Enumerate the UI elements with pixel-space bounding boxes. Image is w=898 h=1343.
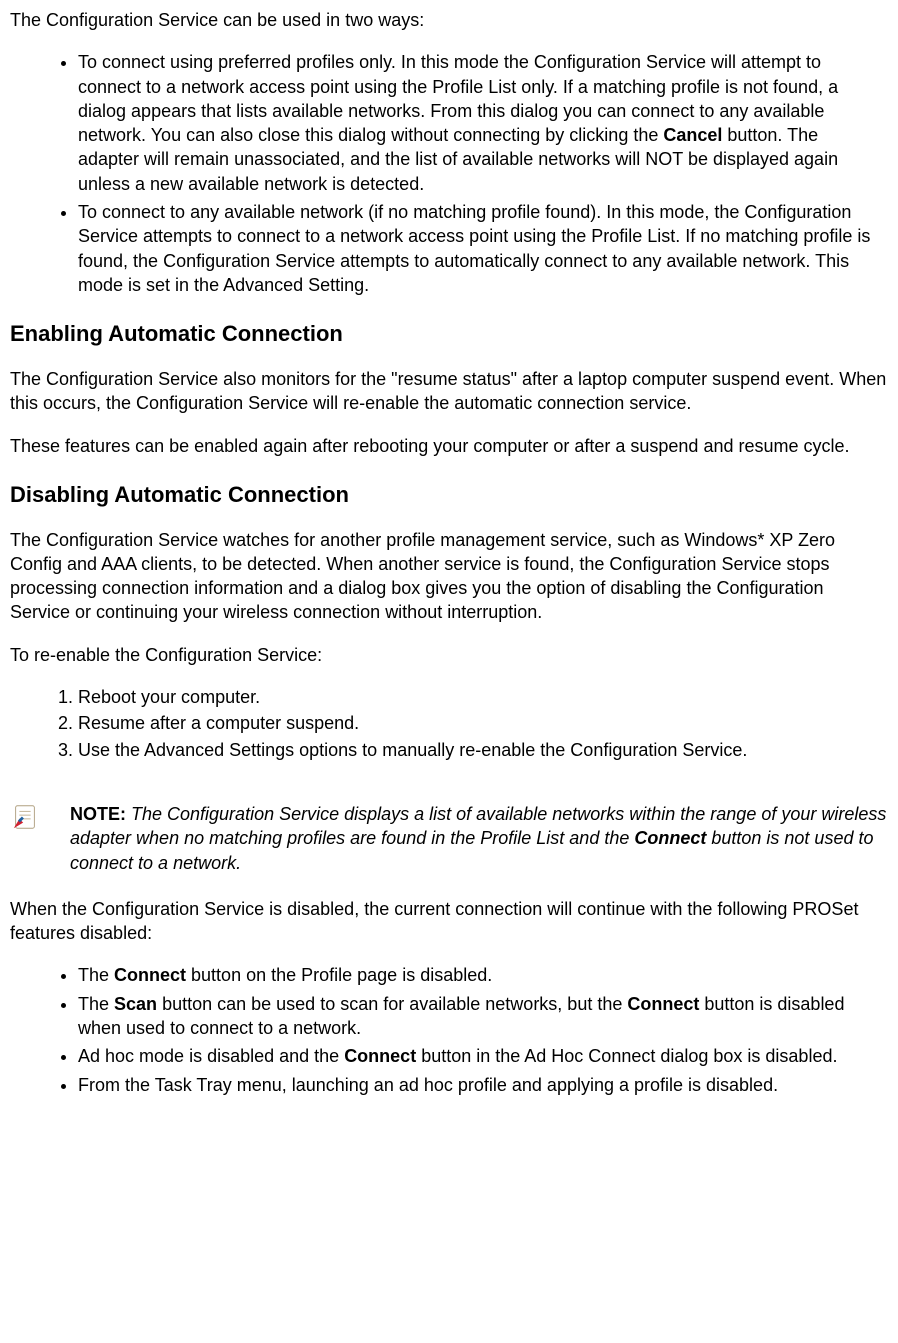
note-icon-cell bbox=[10, 802, 70, 838]
note-icon bbox=[10, 802, 40, 832]
text: The bbox=[78, 994, 114, 1014]
bold-text: Connect bbox=[114, 965, 186, 985]
bold-text: Scan bbox=[114, 994, 157, 1014]
list-item: The Connect button on the Profile page i… bbox=[78, 963, 878, 987]
reenable-intro: To re-enable the Configuration Service: bbox=[10, 643, 888, 667]
disabled-features-list: The Connect button on the Profile page i… bbox=[50, 963, 888, 1096]
note-label: NOTE: bbox=[70, 804, 126, 824]
disabled-intro: When the Configuration Service is disabl… bbox=[10, 897, 888, 946]
enabling-paragraph-1: The Configuration Service also monitors … bbox=[10, 367, 888, 416]
enabling-heading: Enabling Automatic Connection bbox=[10, 319, 888, 349]
bold-text: Connect bbox=[344, 1046, 416, 1066]
bold-text: Cancel bbox=[663, 125, 722, 145]
list-item: To connect using preferred profiles only… bbox=[78, 50, 878, 196]
disabling-paragraph-1: The Configuration Service watches for an… bbox=[10, 528, 888, 625]
text: button in the Ad Hoc Connect dialog box … bbox=[416, 1046, 837, 1066]
text: To connect to any available network (if … bbox=[78, 202, 870, 295]
list-item: To connect to any available network (if … bbox=[78, 200, 878, 297]
note-body: NOTE: The Configuration Service displays… bbox=[70, 802, 888, 875]
disabling-heading: Disabling Automatic Connection bbox=[10, 480, 888, 510]
list-item: Resume after a computer suspend. bbox=[78, 711, 888, 735]
enabling-paragraph-2: These features can be enabled again afte… bbox=[10, 434, 888, 458]
list-item: From the Task Tray menu, launching an ad… bbox=[78, 1073, 878, 1097]
note-block: NOTE: The Configuration Service displays… bbox=[10, 802, 888, 875]
text: button can be used to scan for available… bbox=[157, 994, 627, 1014]
text: The bbox=[78, 965, 114, 985]
list-item: Ad hoc mode is disabled and the Connect … bbox=[78, 1044, 878, 1068]
text: From the Task Tray menu, launching an ad… bbox=[78, 1075, 778, 1095]
intro-paragraph: The Configuration Service can be used in… bbox=[10, 8, 888, 32]
list-item: Reboot your computer. bbox=[78, 685, 888, 709]
list-item: The Scan button can be used to scan for … bbox=[78, 992, 878, 1041]
bold-text: Connect bbox=[627, 994, 699, 1014]
reenable-steps: Reboot your computer. Resume after a com… bbox=[50, 685, 888, 762]
note-bold: Connect bbox=[634, 828, 706, 848]
modes-list: To connect using preferred profiles only… bbox=[50, 50, 888, 297]
list-item: Use the Advanced Settings options to man… bbox=[78, 738, 888, 762]
text: Ad hoc mode is disabled and the bbox=[78, 1046, 344, 1066]
text: button on the Profile page is disabled. bbox=[186, 965, 492, 985]
